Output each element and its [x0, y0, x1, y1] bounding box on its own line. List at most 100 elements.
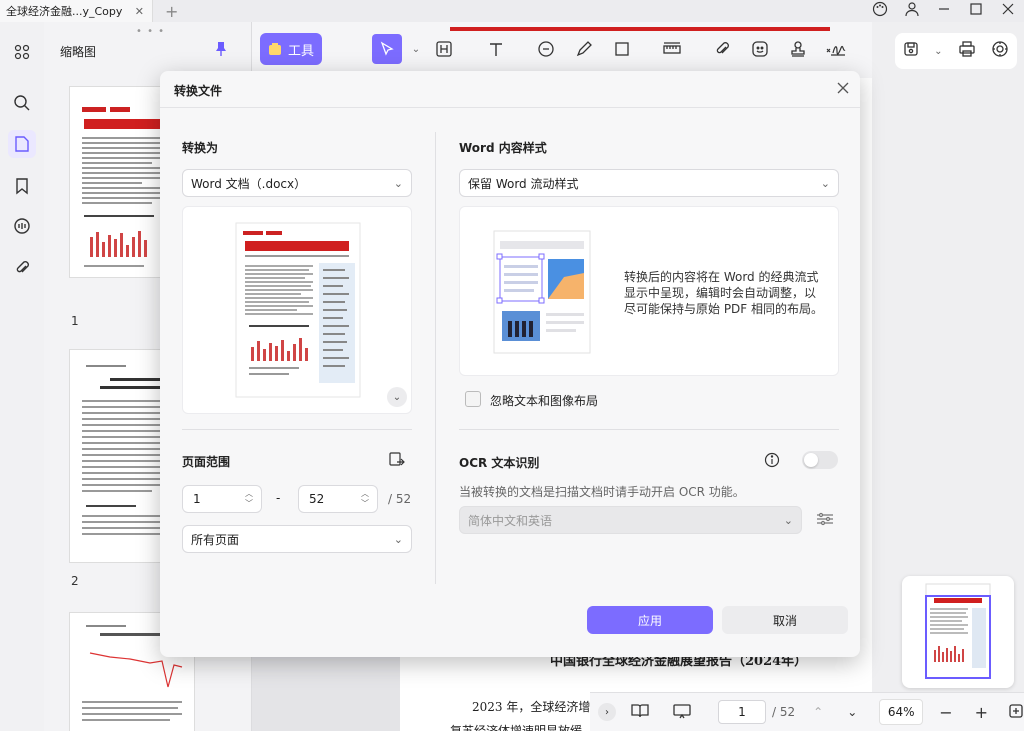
grid-apps-icon[interactable]	[8, 38, 36, 66]
total-pages-label: / 52	[771, 705, 796, 719]
tools-label: 工具	[287, 43, 314, 59]
close-window-icon[interactable]	[992, 3, 1024, 19]
ocr-settings-sliders-icon[interactable]	[816, 511, 834, 530]
tools-icon	[268, 43, 281, 55]
thumbnail-page-number: 1	[71, 314, 79, 328]
page-subset-select[interactable]: 所有页面 ⌄	[182, 525, 412, 553]
ai-assistant-icon[interactable]	[991, 40, 1009, 62]
pin-icon[interactable]	[214, 41, 228, 60]
column-divider	[435, 132, 436, 584]
tools-button[interactable]: 工具	[260, 33, 322, 65]
pencil-icon[interactable]	[572, 37, 596, 61]
minimize-icon[interactable]	[928, 3, 960, 19]
ocr-language-value: 简体中文和英语	[468, 513, 553, 528]
stepper-arrows-icon[interactable]: ︿ ﹀	[245, 489, 253, 509]
page-range-label: 页面范围	[182, 455, 231, 469]
chevron-down-icon[interactable]: ⌄	[404, 37, 428, 61]
range-total: / 52	[388, 492, 412, 506]
page-mini-map[interactable]	[902, 576, 1014, 688]
chevron-down-icon: ⌄	[783, 513, 793, 527]
word-style-select[interactable]: 保留 Word 流动样式 ⌄	[459, 169, 839, 197]
dialog-title: 转换文件	[174, 84, 223, 98]
account-icon[interactable]	[896, 1, 928, 21]
section-divider	[459, 429, 839, 430]
ocr-label: OCR 文本识别	[459, 456, 540, 470]
ignore-layout-checkbox[interactable]	[465, 391, 481, 407]
chevron-down-icon: ⌄	[393, 176, 403, 190]
zoom-value: 64%	[887, 705, 915, 719]
dialog-header-divider	[160, 107, 860, 108]
panel-drag-handle[interactable]: • • •	[136, 26, 165, 37]
range-dash: -	[276, 491, 281, 505]
chevron-down-icon: ⌄	[393, 532, 403, 546]
zoom-out-icon[interactable]: −	[939, 703, 952, 722]
thumbnails-title: 缩略图	[60, 45, 97, 59]
chevron-down-icon[interactable]: ⌄	[847, 705, 857, 719]
document-body-line: 复苏经济体增速明显放缓	[450, 724, 583, 731]
reading-mode-icon[interactable]	[630, 703, 650, 722]
highlight-text-icon[interactable]	[432, 37, 456, 61]
expand-preview-icon[interactable]: ⌄	[387, 387, 407, 407]
zoom-level[interactable]: 64%	[879, 699, 924, 725]
presentation-icon[interactable]	[672, 703, 692, 722]
document-tab[interactable]: 全球经济金融...y_Copy ✕	[0, 0, 153, 22]
info-icon[interactable]	[764, 452, 780, 471]
signature-icon[interactable]	[824, 37, 848, 61]
word-style-description: 转换后的内容将在 Word 的经典流式显示中呈现，编辑时会自动调整，以尽可能保持…	[624, 270, 824, 316]
rectangle-shape-icon[interactable]	[610, 37, 634, 61]
measure-ruler-icon[interactable]	[660, 37, 684, 61]
attachment-icon[interactable]	[8, 254, 36, 282]
thumbnails-page-icon[interactable]	[8, 130, 36, 158]
page-number-input[interactable]: 1	[718, 700, 766, 724]
fit-page-icon[interactable]	[1008, 703, 1024, 722]
paperclip-icon[interactable]	[710, 37, 734, 61]
chevron-down-icon[interactable]: ⌄	[934, 46, 942, 57]
flow-layout-illustration	[493, 230, 591, 354]
print-icon[interactable]	[958, 41, 976, 61]
search-icon[interactable]	[8, 89, 36, 117]
comment-icon[interactable]	[8, 212, 36, 240]
comment-bubble-icon[interactable]	[534, 37, 558, 61]
word-style-value: 保留 Word 流动样式	[468, 176, 579, 191]
quick-actions-group: ⌄	[895, 33, 1017, 69]
sticker-icon[interactable]	[748, 37, 772, 61]
chevron-right-icon[interactable]: ›	[598, 703, 616, 721]
page-subset-value: 所有页面	[191, 532, 240, 547]
theme-palette-icon[interactable]	[864, 1, 896, 21]
bookmark-icon[interactable]	[8, 172, 36, 200]
save-icon[interactable]	[903, 41, 919, 61]
stepper-arrows-icon[interactable]: ︿ ﹀	[361, 489, 369, 509]
stamp-icon[interactable]	[786, 37, 810, 61]
range-from-input[interactable]: 1 ︿ ﹀	[182, 485, 262, 513]
tab-close-icon[interactable]: ✕	[135, 5, 144, 18]
format-select[interactable]: Word 文档（.docx） ⌄	[182, 169, 412, 197]
apply-button[interactable]: 应用	[587, 606, 713, 634]
ocr-hint: 当被转换的文档是扫描文档时请手动开启 OCR 功能。	[459, 485, 745, 499]
select-cursor-icon[interactable]	[372, 34, 402, 64]
chevron-up-icon[interactable]: ⌃	[813, 705, 823, 719]
report-header-red-bar	[450, 27, 830, 31]
convert-file-dialog: 转换文件 转换为 Word 文档（.docx） ⌄ ⌄ 页面范围 1 ︿ ﹀ -…	[160, 71, 860, 657]
ocr-language-select[interactable]: 简体中文和英语 ⌄	[459, 506, 802, 534]
window-controls	[864, 0, 1024, 22]
text-tool-icon[interactable]	[484, 37, 508, 61]
close-icon[interactable]	[836, 79, 850, 100]
range-to-value: 52	[309, 492, 325, 506]
ignore-layout-label: 忽略文本和图像布局	[490, 394, 599, 408]
page-range-settings-icon[interactable]	[388, 451, 406, 472]
section-divider	[182, 429, 412, 430]
zoom-in-icon[interactable]: +	[975, 703, 988, 722]
range-from-value: 1	[193, 492, 201, 506]
maximize-icon[interactable]	[960, 3, 992, 19]
new-tab-button[interactable]: +	[165, 2, 178, 21]
left-icon-rail	[0, 22, 44, 731]
format-select-value: Word 文档（.docx）	[191, 176, 307, 191]
status-bar: › 1 / 52 ⌃ ⌄ 64% − +	[590, 692, 1024, 731]
range-to-input[interactable]: 52 ︿ ﹀	[298, 485, 378, 513]
word-style-label: Word 内容样式	[459, 141, 547, 155]
cancel-button[interactable]: 取消	[722, 606, 848, 634]
ocr-toggle[interactable]	[802, 451, 838, 469]
convert-to-label: 转换为	[182, 141, 219, 155]
tab-title: 全球经济金融...y_Copy	[6, 5, 123, 18]
document-body-line: 2023 年，全球经济增长	[472, 700, 603, 714]
